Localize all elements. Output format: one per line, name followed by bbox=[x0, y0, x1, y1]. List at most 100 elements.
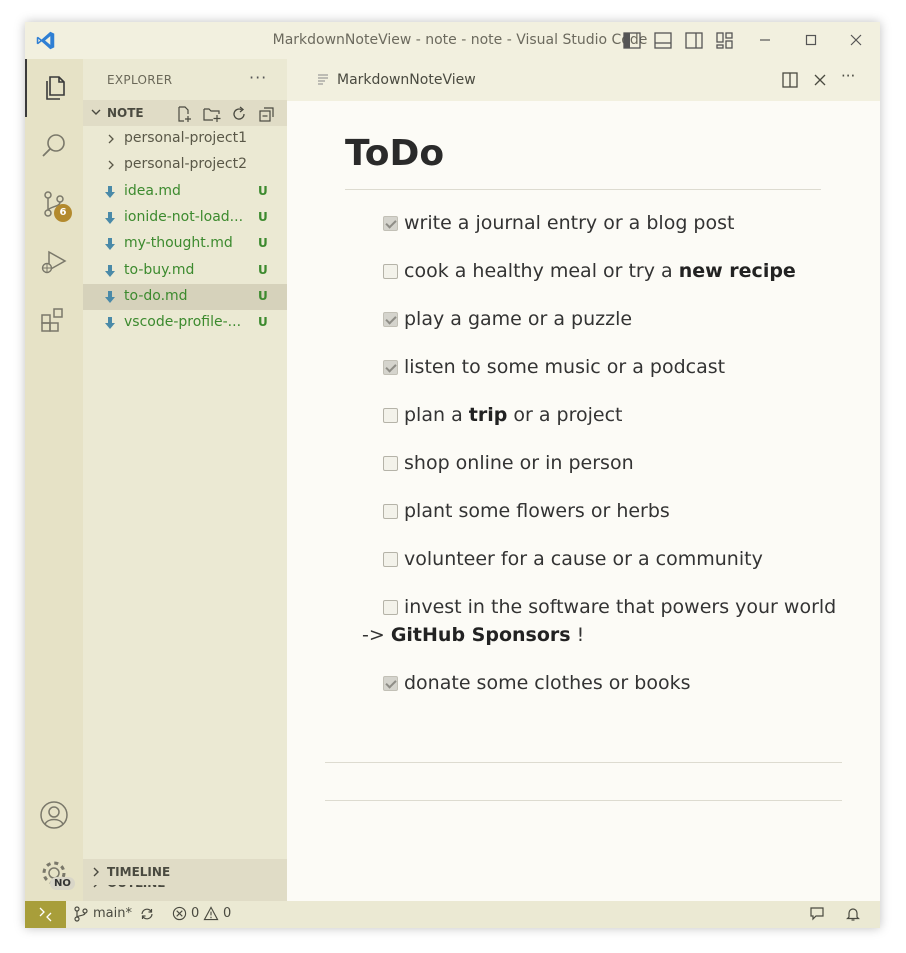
text-run: donate some clothes or books bbox=[404, 672, 691, 694]
explorer-more-actions[interactable]: ··· bbox=[249, 68, 267, 87]
tree-file[interactable]: to-do.md U bbox=[83, 283, 287, 310]
warning-count[interactable]: 0 bbox=[223, 906, 231, 921]
text-run: ! bbox=[570, 624, 585, 646]
vscode-window: MarkdownNoteView - note - note - Visual … bbox=[25, 22, 880, 928]
text-run: -> bbox=[362, 624, 391, 646]
tree-item-label: to-do.md bbox=[124, 287, 188, 304]
folder-section-header[interactable]: NOTE bbox=[83, 100, 287, 126]
refresh-icon[interactable] bbox=[230, 105, 248, 123]
task-text: cook a healthy meal or try a new recipe bbox=[383, 260, 796, 282]
checked-checkbox[interactable] bbox=[383, 360, 398, 375]
tree-file[interactable]: idea.md U bbox=[83, 179, 287, 205]
collapse-all-icon[interactable] bbox=[258, 105, 276, 123]
unchecked-checkbox[interactable] bbox=[383, 600, 398, 615]
source-control-activity[interactable]: 6 bbox=[25, 175, 83, 233]
manage-activity[interactable]: NO bbox=[25, 844, 83, 902]
error-count[interactable]: 0 bbox=[191, 906, 199, 921]
remote-icon bbox=[39, 907, 52, 922]
title-bar: MarkdownNoteView - note - note - Visual … bbox=[25, 22, 880, 59]
folder-name: NOTE bbox=[107, 106, 144, 120]
tree-folder[interactable]: personal-project2 bbox=[83, 152, 287, 178]
scm-badge: 6 bbox=[54, 204, 72, 222]
text-run: plan a bbox=[404, 404, 469, 426]
tree-file[interactable]: vscode-profile-... U bbox=[83, 310, 287, 336]
text-run: cook a healthy meal or try a bbox=[404, 260, 679, 282]
split-editor-icon[interactable] bbox=[781, 71, 799, 89]
horizontal-rule bbox=[325, 800, 842, 801]
markdown-file-icon bbox=[105, 317, 115, 330]
unchecked-checkbox[interactable] bbox=[383, 456, 398, 471]
extensions-icon bbox=[41, 308, 63, 332]
horizontal-rule bbox=[325, 762, 842, 763]
tree-item-label: personal-project1 bbox=[124, 130, 248, 146]
customize-layout-icon[interactable] bbox=[716, 32, 734, 49]
task-text: listen to some music or a podcast bbox=[383, 356, 725, 378]
task-item: cook a healthy meal or try a new recipe bbox=[383, 257, 843, 285]
tree-item-label: vscode-profile-... bbox=[124, 314, 242, 331]
tree-item-label: idea.md bbox=[124, 182, 181, 199]
checked-checkbox[interactable] bbox=[383, 676, 398, 691]
git-status-badge: U bbox=[258, 183, 268, 198]
files-icon bbox=[46, 76, 65, 100]
accounts-activity[interactable] bbox=[25, 786, 83, 844]
run-debug-icon bbox=[41, 250, 67, 274]
new-file-icon[interactable] bbox=[175, 105, 193, 123]
checked-checkbox[interactable] bbox=[383, 312, 398, 327]
chevron-right-icon bbox=[93, 867, 99, 877]
text-run: listen to some music or a podcast bbox=[404, 356, 726, 378]
unchecked-checkbox[interactable] bbox=[383, 264, 398, 279]
task-text: plan a trip or a project bbox=[383, 404, 622, 426]
checked-checkbox[interactable] bbox=[383, 216, 398, 231]
sync-icon[interactable] bbox=[139, 906, 155, 922]
tree-file[interactable]: to-buy.md U bbox=[83, 258, 287, 284]
git-branch-icon bbox=[74, 906, 88, 922]
error-icon bbox=[172, 906, 187, 921]
markdown-file-icon bbox=[105, 238, 115, 251]
unchecked-checkbox[interactable] bbox=[383, 504, 398, 519]
new-folder-icon[interactable] bbox=[203, 105, 221, 123]
tree-item-label: my-thought.md bbox=[124, 235, 233, 252]
activity-bar: 6 NO bbox=[25, 59, 83, 901]
task-text: play a game or a puzzle bbox=[383, 308, 632, 330]
feedback-icon[interactable] bbox=[809, 906, 825, 922]
task-item: invest in the software that powers your … bbox=[362, 593, 843, 649]
toggle-secondary-sidebar-icon[interactable] bbox=[685, 32, 703, 49]
text-run: volunteer for a cause or a community bbox=[404, 548, 763, 570]
tree-folder[interactable]: personal-project1 bbox=[83, 126, 287, 152]
account-icon bbox=[40, 801, 68, 829]
extensions-activity[interactable] bbox=[25, 291, 83, 349]
tree-file[interactable]: my-thought.md U bbox=[83, 231, 287, 257]
text-run: plant some flowers or herbs bbox=[404, 500, 670, 522]
search-activity[interactable] bbox=[25, 117, 83, 175]
editor-more-actions[interactable]: ··· bbox=[841, 67, 865, 85]
unchecked-checkbox[interactable] bbox=[383, 408, 398, 423]
bold-text: GitHub Sponsors bbox=[390, 624, 571, 646]
tree-item-label: to-buy.md bbox=[124, 261, 195, 278]
explorer-activity[interactable] bbox=[25, 59, 83, 117]
branch-name[interactable]: main* bbox=[93, 906, 132, 921]
task-text: invest in the software that powers your … bbox=[383, 596, 836, 618]
close-icon[interactable] bbox=[848, 32, 864, 48]
toggle-panel-icon[interactable] bbox=[654, 32, 672, 49]
timeline-section-row[interactable]: TIMELINE bbox=[83, 859, 287, 885]
explorer-sidebar: EXPLORER ··· NOTE personal-project1 perso… bbox=[83, 59, 287, 901]
timeline-label: TIMELINE bbox=[107, 865, 171, 879]
toggle-primary-sidebar-icon[interactable] bbox=[623, 32, 641, 49]
markdown-file-icon bbox=[105, 290, 115, 303]
close-tab-icon[interactable] bbox=[811, 71, 829, 89]
warning-icon bbox=[203, 906, 219, 921]
bell-icon[interactable] bbox=[845, 906, 861, 922]
tab-markdown-note-view[interactable]: MarkdownNoteView bbox=[287, 59, 497, 101]
tree-file[interactable]: ionide-not-load... U bbox=[83, 205, 287, 231]
minimize-icon[interactable] bbox=[757, 32, 773, 48]
git-status-badge: U bbox=[258, 315, 268, 330]
maximize-icon[interactable] bbox=[803, 32, 819, 48]
run-debug-activity[interactable] bbox=[25, 233, 83, 291]
unchecked-checkbox[interactable] bbox=[383, 552, 398, 567]
task-item: shop online or in person bbox=[383, 449, 843, 477]
window-title: MarkdownNoteView - note - note - Visual … bbox=[272, 32, 648, 48]
remote-indicator[interactable] bbox=[25, 901, 66, 928]
status-bar: main* 0 0 bbox=[25, 901, 880, 928]
markdown-file-icon bbox=[105, 185, 115, 198]
markdown-preview: ToDo write a journal entry or a blog pos… bbox=[287, 101, 880, 901]
